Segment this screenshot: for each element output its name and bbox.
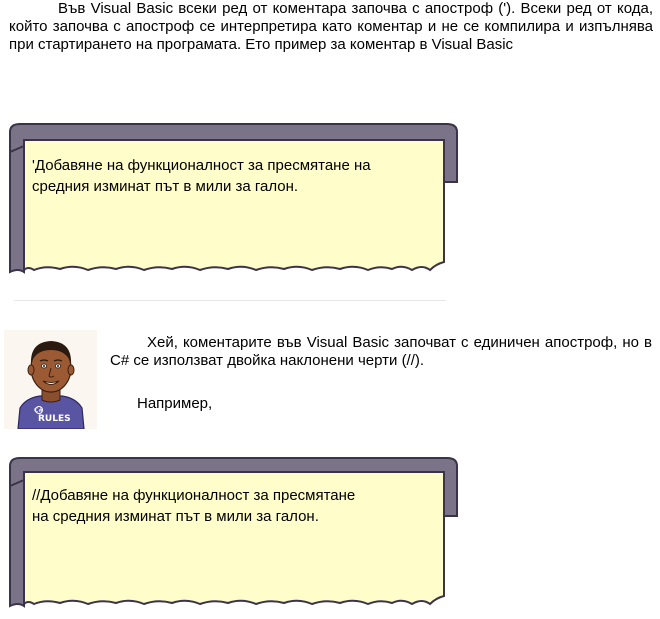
svg-text:C#: C# — [34, 407, 43, 414]
character-paragraph: Хей, коментарите във Visual Basic започв… — [110, 334, 652, 370]
csharp-code-line-2: на средния изминат път в мили за галон. — [32, 508, 319, 525]
example-label: Например, — [137, 395, 213, 412]
svg-text:RULES: RULES — [38, 414, 71, 424]
character-text: Хей, коментарите във Visual Basic започв… — [110, 334, 652, 369]
scroll-frame-icon — [9, 457, 458, 608]
vb-comment-example-box: 'Добавяне на функционалност за пресмятан… — [8, 122, 459, 284]
csharp-code-line-1: //Добавяне на функционалност за пресмята… — [32, 487, 356, 504]
example-label-paragraph: Например, — [110, 395, 410, 413]
csharp-code-text: //Добавяне на функционалност за пресмята… — [32, 485, 432, 527]
vb-code-text: 'Добавяне на функционалност за пресмятан… — [32, 155, 432, 197]
section-divider — [14, 300, 446, 301]
csharp-comment-example-box: //Добавяне на функционалност за пресмята… — [8, 456, 459, 616]
intro-paragraph: Във Visual Basic всеки ред от коментара … — [9, 0, 653, 54]
vb-code-line-2: средния изминат път в мили за галон. — [32, 178, 299, 195]
vb-code-line-1: 'Добавяне на функционалност за пресмятан… — [32, 157, 371, 174]
scroll-frame-icon — [9, 123, 458, 274]
intro-text: Във Visual Basic всеки ред от коментара … — [9, 0, 653, 53]
person-cartoon-icon: RULES C# — [4, 330, 97, 429]
